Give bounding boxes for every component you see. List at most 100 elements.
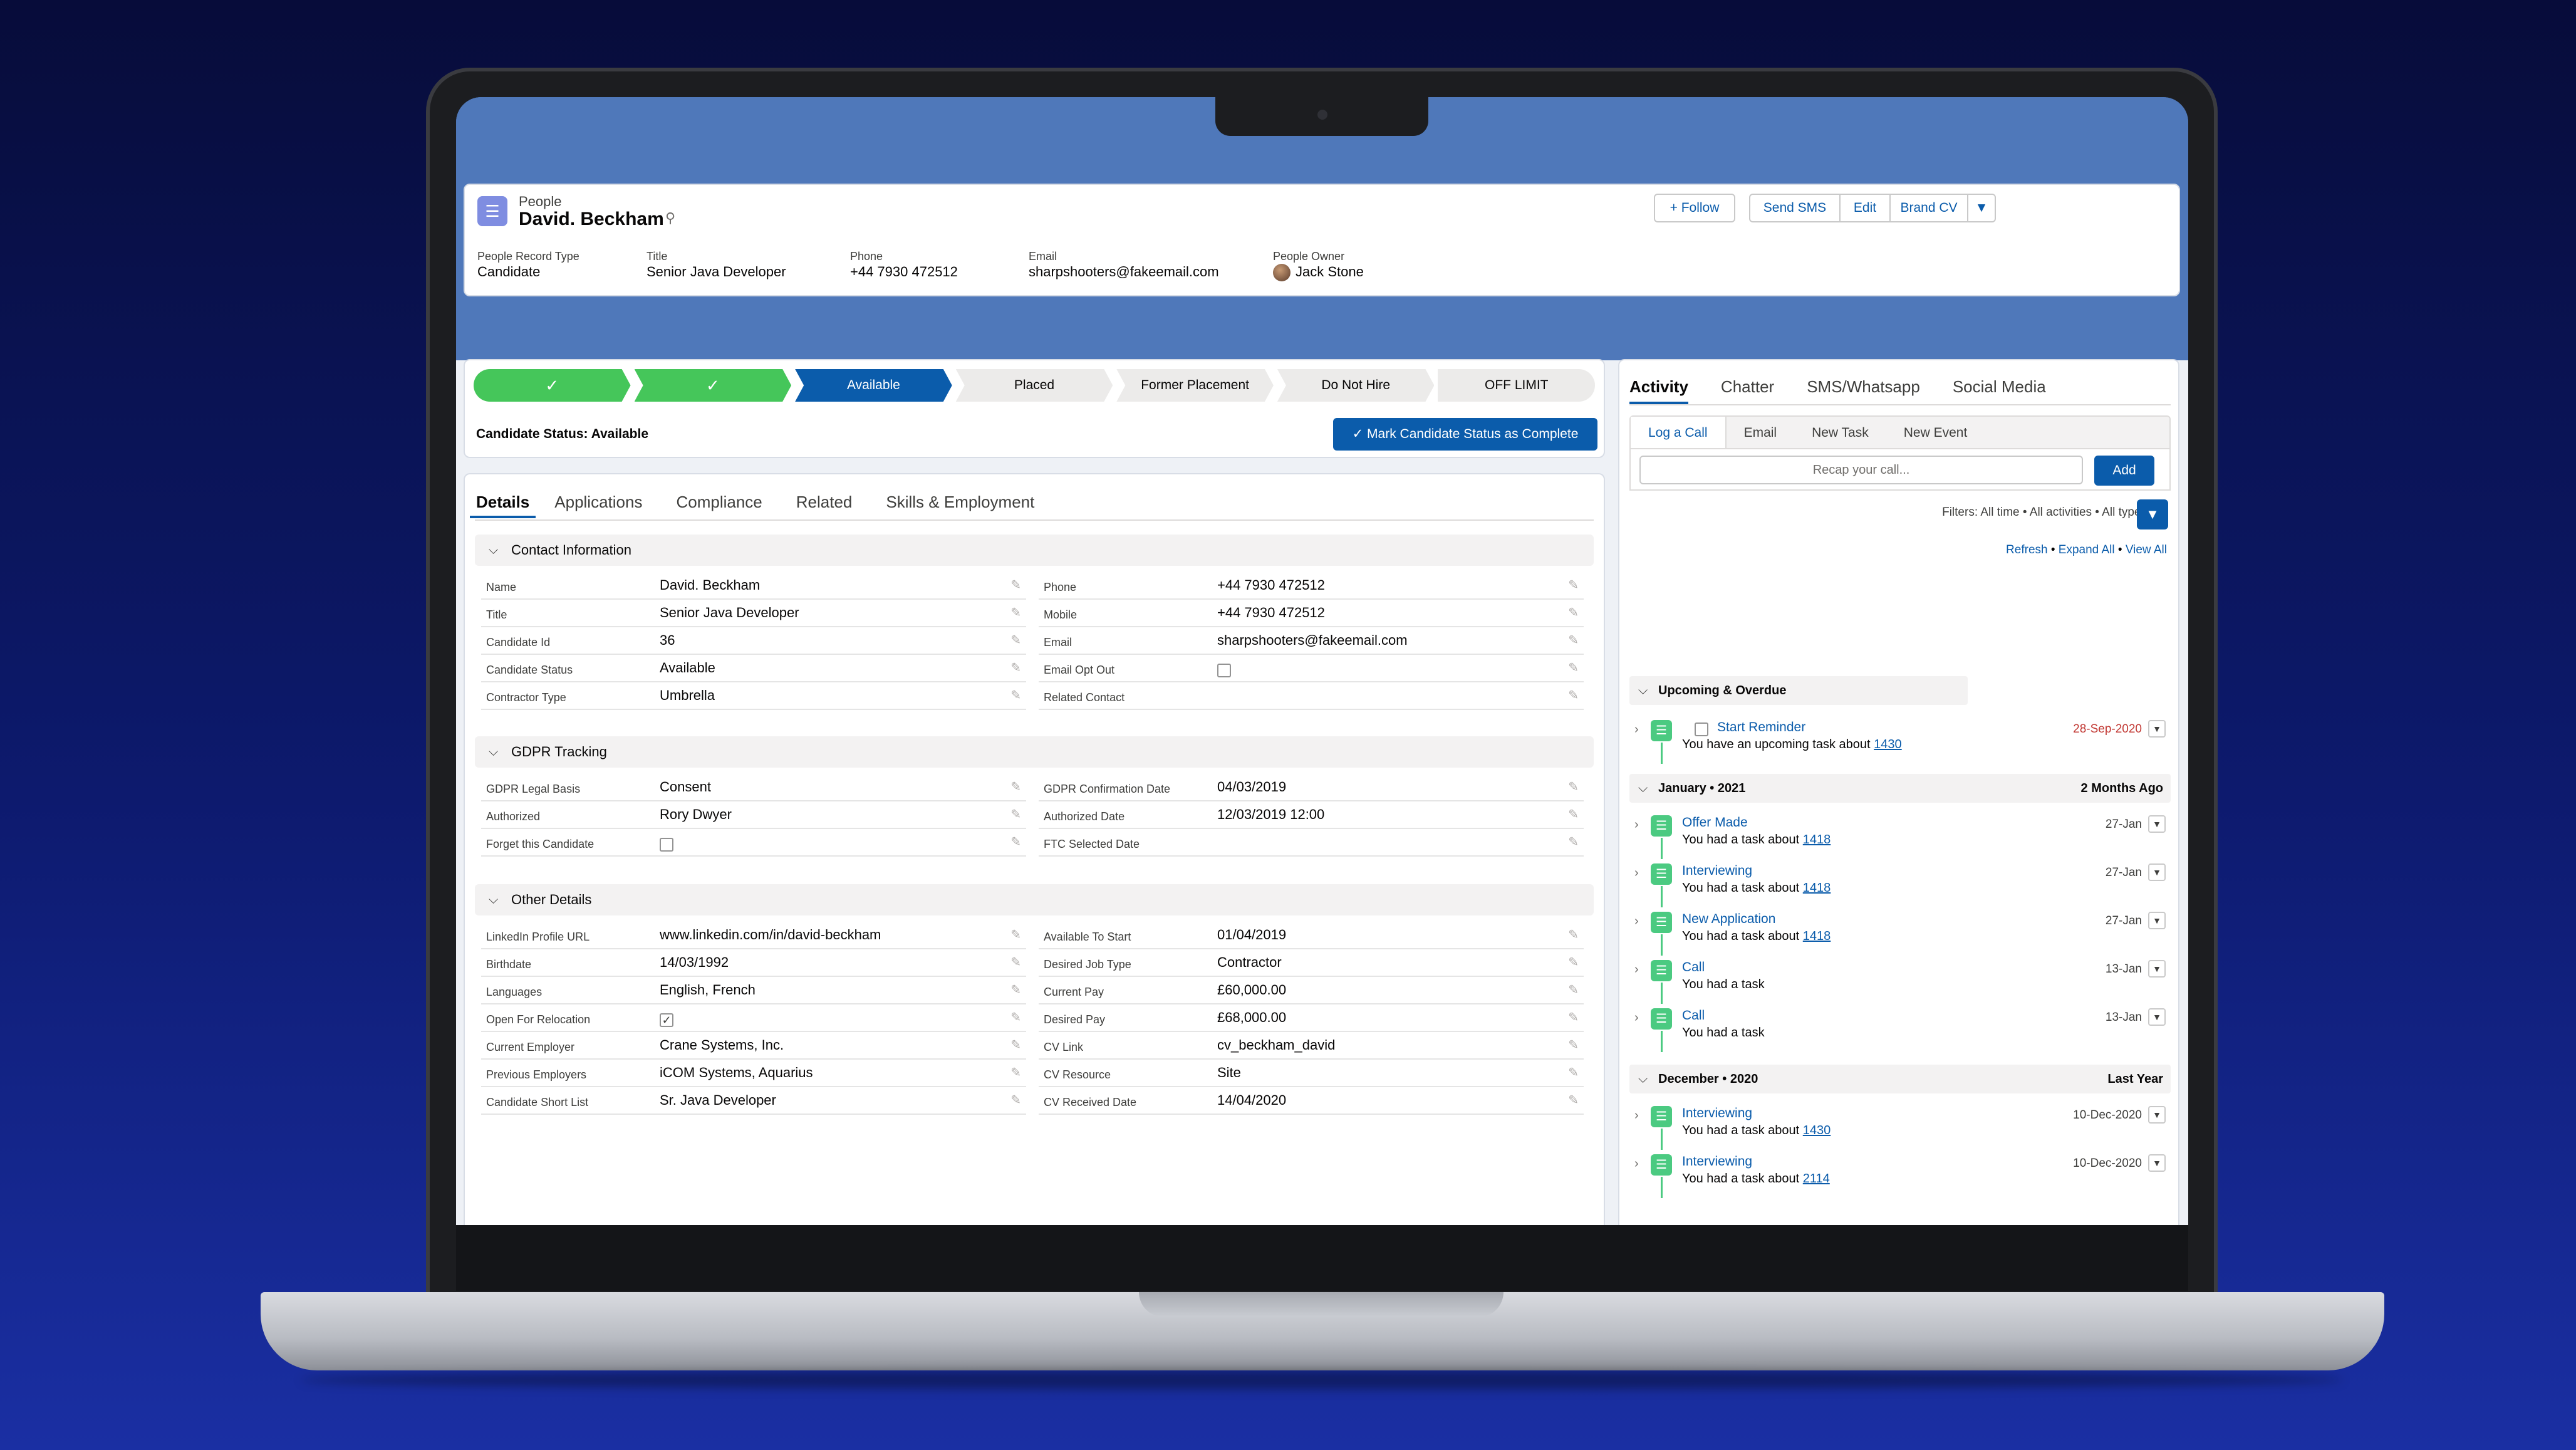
- path-step-completed-2[interactable]: ✓: [635, 369, 792, 402]
- recap-call-input[interactable]: Recap your call...: [1639, 456, 2083, 484]
- item-menu-dropdown[interactable]: ▼: [2148, 720, 2166, 738]
- timeline-item[interactable]: › ☰ Call You had a task 13-Jan ▼: [1629, 1004, 2171, 1052]
- edit-pencil-icon[interactable]: ✎: [1568, 1065, 1579, 1080]
- tab-applications[interactable]: Applications: [554, 486, 660, 518]
- edit-pencil-icon[interactable]: ✎: [1568, 605, 1579, 620]
- email-link[interactable]: sharpshooters@fakeemail.com: [1029, 264, 1219, 280]
- edit-pencil-icon[interactable]: ✎: [1568, 954, 1579, 970]
- item-title[interactable]: Offer Made: [1682, 815, 1748, 830]
- field-checkbox[interactable]: [1217, 664, 1231, 677]
- task-checkbox[interactable]: [1695, 722, 1708, 736]
- tab-details[interactable]: Details: [470, 486, 536, 518]
- brand-cv-button[interactable]: Brand CV: [1889, 194, 1968, 222]
- tab-activity[interactable]: Activity: [1629, 372, 1688, 404]
- field-value[interactable]: cv_beckham_david: [1217, 1037, 1335, 1053]
- field-value[interactable]: Rory Dwyer: [660, 806, 732, 823]
- item-title[interactable]: Interviewing: [1682, 1106, 1752, 1121]
- timeline-item-upcoming[interactable]: › ☰ Start Reminder You have an upcoming …: [1629, 716, 2171, 764]
- tab-sms-whatsapp[interactable]: SMS/Whatsapp: [1807, 372, 1920, 404]
- edit-pencil-icon[interactable]: ✎: [1568, 1037, 1579, 1053]
- tab-new-task[interactable]: New Task: [1794, 417, 1886, 448]
- item-menu-dropdown[interactable]: ▼: [2148, 960, 2166, 978]
- field-value[interactable]: www.linkedin.com/in/david-beckham: [660, 927, 881, 943]
- refresh-link[interactable]: Refresh: [2006, 543, 2048, 556]
- edit-pencil-icon[interactable]: ✎: [1568, 1009, 1579, 1025]
- section-gdpr-tracking[interactable]: ⌵ GDPR Tracking: [475, 736, 1594, 768]
- edit-pencil-icon[interactable]: ✎: [1568, 779, 1579, 795]
- edit-pencil-icon[interactable]: ✎: [1568, 1092, 1579, 1108]
- item-ref-link[interactable]: 1430: [1874, 738, 1902, 751]
- path-step-former-placement[interactable]: Former Placement: [1116, 369, 1274, 402]
- edit-pencil-icon[interactable]: ✎: [1010, 1037, 1021, 1053]
- item-menu-dropdown[interactable]: ▼: [2148, 863, 2166, 881]
- edit-button[interactable]: Edit: [1839, 194, 1891, 222]
- item-ref-link[interactable]: 1418: [1803, 881, 1831, 895]
- edit-pencil-icon[interactable]: ✎: [1010, 982, 1021, 998]
- filter-icon[interactable]: ▼: [2137, 499, 2168, 529]
- hierarchy-icon[interactable]: ⚲: [665, 210, 675, 226]
- tab-related[interactable]: Related: [796, 486, 870, 518]
- item-title[interactable]: New Application: [1682, 912, 1775, 927]
- field-checkbox[interactable]: [660, 838, 673, 852]
- edit-pencil-icon[interactable]: ✎: [1010, 779, 1021, 795]
- item-menu-dropdown[interactable]: ▼: [2148, 1106, 2166, 1124]
- timeline-item[interactable]: › ☰ New Application You had a task about 14…: [1629, 908, 2171, 956]
- edit-pencil-icon[interactable]: ✎: [1010, 927, 1021, 942]
- add-button[interactable]: Add: [2094, 456, 2154, 486]
- follow-button[interactable]: + Follow: [1654, 194, 1735, 222]
- phone-link[interactable]: +44 7930 472512: [850, 264, 958, 280]
- group-december-2020[interactable]: ⌵ December • 2020 Last Year: [1629, 1065, 2171, 1093]
- edit-pencil-icon[interactable]: ✎: [1010, 806, 1021, 822]
- edit-pencil-icon[interactable]: ✎: [1010, 1009, 1021, 1025]
- timeline-item[interactable]: › ☰ Interviewing You had a task about 1430 1…: [1629, 1102, 2171, 1150]
- field-value[interactable]: sharpshooters@fakeemail.com: [1217, 632, 1408, 649]
- item-ref-link[interactable]: 1418: [1803, 833, 1831, 847]
- item-menu-dropdown[interactable]: ▼: [2148, 1154, 2166, 1172]
- edit-pencil-icon[interactable]: ✎: [1568, 577, 1579, 593]
- item-title[interactable]: Interviewing: [1682, 1154, 1752, 1169]
- field-value[interactable]: +44 7930 472512: [1217, 605, 1325, 621]
- edit-pencil-icon[interactable]: ✎: [1568, 806, 1579, 822]
- owner-link[interactable]: Jack Stone: [1296, 264, 1364, 280]
- item-menu-dropdown[interactable]: ▼: [2148, 912, 2166, 929]
- item-ref-link[interactable]: 1418: [1803, 929, 1831, 943]
- tab-log-a-call[interactable]: Log a Call: [1631, 417, 1727, 448]
- path-step-completed-1[interactable]: ✓: [474, 369, 631, 402]
- field-value[interactable]: +44 7930 472512: [1217, 577, 1325, 593]
- edit-pencil-icon[interactable]: ✎: [1010, 577, 1021, 593]
- section-contact-information[interactable]: ⌵ Contact Information: [475, 535, 1594, 566]
- tab-new-event[interactable]: New Event: [1886, 417, 1985, 448]
- edit-pencil-icon[interactable]: ✎: [1568, 982, 1579, 998]
- path-step-do-not-hire[interactable]: Do Not Hire: [1277, 369, 1435, 402]
- section-other-details[interactable]: ⌵ Other Details: [475, 884, 1594, 915]
- edit-pencil-icon[interactable]: ✎: [1010, 632, 1021, 648]
- tab-social-media[interactable]: Social Media: [1953, 372, 2046, 404]
- edit-pencil-icon[interactable]: ✎: [1010, 954, 1021, 970]
- edit-pencil-icon[interactable]: ✎: [1568, 660, 1579, 675]
- item-ref-link[interactable]: 1430: [1803, 1124, 1831, 1137]
- mark-complete-button[interactable]: ✓ Mark Candidate Status as Complete: [1333, 418, 1597, 451]
- timeline-item[interactable]: › ☰ Call You had a task 13-Jan ▼: [1629, 956, 2171, 1004]
- tab-email[interactable]: Email: [1727, 417, 1795, 448]
- timeline-item[interactable]: › ☰ Interviewing You had a task about 2114 1…: [1629, 1150, 2171, 1198]
- item-menu-dropdown[interactable]: ▼: [2148, 1008, 2166, 1026]
- send-sms-button[interactable]: Send SMS: [1749, 194, 1841, 222]
- item-title[interactable]: Call: [1682, 960, 1705, 975]
- edit-pencil-icon[interactable]: ✎: [1010, 687, 1021, 703]
- item-ref-link[interactable]: 2114: [1803, 1172, 1830, 1186]
- item-title[interactable]: Call: [1682, 1008, 1705, 1023]
- timeline-item[interactable]: › ☰ Interviewing You had a task about 1418 2…: [1629, 860, 2171, 907]
- path-step-placed[interactable]: Placed: [956, 369, 1113, 402]
- timeline-item[interactable]: › ☰ Offer Made You had a task about 1418 27-…: [1629, 811, 2171, 859]
- group-january-2021[interactable]: ⌵ January • 2021 2 Months Ago: [1629, 774, 2171, 803]
- edit-pencil-icon[interactable]: ✎: [1010, 605, 1021, 620]
- expand-all-link[interactable]: Expand All: [2059, 543, 2115, 556]
- field-checkbox[interactable]: ✓: [660, 1013, 673, 1027]
- edit-pencil-icon[interactable]: ✎: [1568, 632, 1579, 648]
- path-step-off-limit[interactable]: OFF LIMIT: [1438, 369, 1596, 402]
- edit-pencil-icon[interactable]: ✎: [1010, 834, 1021, 850]
- more-actions-dropdown[interactable]: ▼: [1967, 194, 1996, 222]
- edit-pencil-icon[interactable]: ✎: [1010, 660, 1021, 675]
- edit-pencil-icon[interactable]: ✎: [1010, 1065, 1021, 1080]
- item-menu-dropdown[interactable]: ▼: [2148, 815, 2166, 833]
